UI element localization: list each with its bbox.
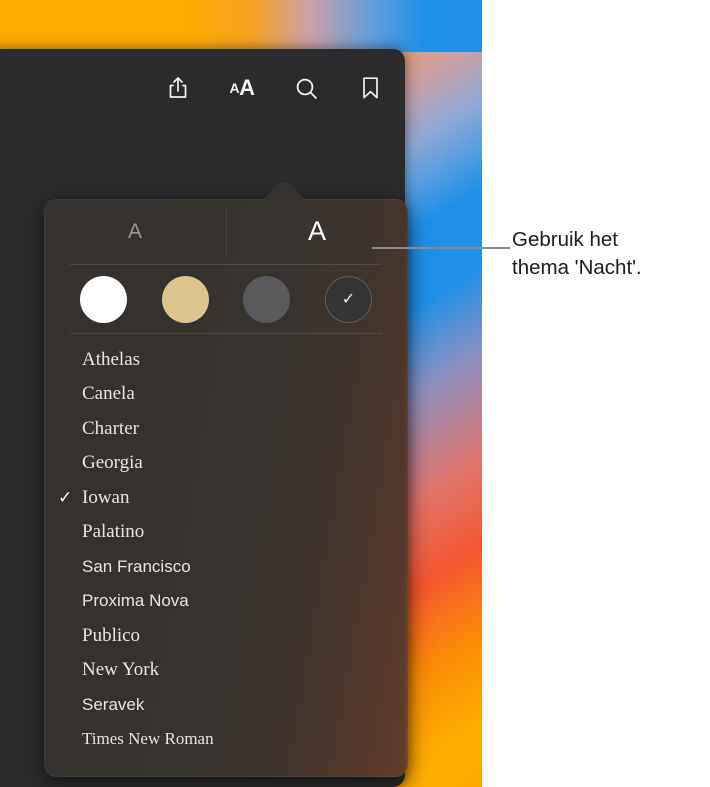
- popover-arrow: [260, 179, 308, 200]
- text-size-icon[interactable]: AA: [229, 75, 255, 101]
- font-list-item-san-francisco[interactable]: San Francisco: [44, 549, 408, 584]
- toolbar-icon-group: AA: [165, 75, 383, 101]
- text-size-row: A A: [44, 199, 408, 264]
- font-list-item-georgia[interactable]: Georgia: [44, 446, 408, 481]
- font-list-item-canela[interactable]: Canela: [44, 377, 408, 412]
- font-label-georgia: Georgia: [82, 452, 143, 474]
- font-theme-popover: A A ✓ Athelas Canela Charter Georgia ✓ I…: [44, 199, 408, 777]
- callout-text-line-2: thema 'Nacht'.: [512, 256, 642, 279]
- callout-text-line-1: Gebruik het: [512, 228, 618, 251]
- font-list-item-palatino[interactable]: Palatino: [44, 515, 408, 550]
- search-icon[interactable]: [293, 75, 319, 101]
- decrease-text-size-label: A: [127, 219, 142, 243]
- font-list-item-new-york[interactable]: New York: [44, 653, 408, 688]
- reader-toolbar: AA: [0, 49, 405, 127]
- reader-window: AA A A ✓ Athelas Canela Charter Georgia …: [0, 49, 408, 787]
- divider-bottom: [70, 333, 382, 334]
- theme-swatch-night[interactable]: ✓: [324, 275, 372, 323]
- callout-text: Gebruik het thema 'Nacht'.: [512, 226, 708, 282]
- increase-text-size-button[interactable]: A: [226, 199, 408, 264]
- font-label-new-york: New York: [82, 659, 160, 681]
- font-list-item-times-new-roman[interactable]: Times New Roman: [44, 722, 408, 757]
- theme-swatch-gray[interactable]: [243, 275, 291, 323]
- font-label-charter: Charter: [82, 417, 139, 439]
- size-row-divider: [226, 209, 227, 255]
- font-list-item-publico[interactable]: Publico: [44, 618, 408, 653]
- font-label-iowan: Iowan: [82, 486, 130, 508]
- font-check-iowan: ✓: [58, 487, 73, 507]
- theme-swatch-row: ✓: [44, 265, 408, 333]
- font-list-item-charter[interactable]: Charter: [44, 411, 408, 446]
- font-label-proxima-nova: Proxima Nova: [82, 591, 189, 611]
- font-list-item-seravek[interactable]: Seravek: [44, 687, 408, 722]
- font-label-publico: Publico: [82, 624, 141, 646]
- wallpaper-top-band: [0, 0, 482, 52]
- font-label-times-new-roman: Times New Roman: [82, 729, 214, 749]
- bookmark-icon[interactable]: [357, 75, 383, 101]
- decrease-text-size-button[interactable]: A: [44, 199, 226, 264]
- font-label-athelas: Athelas: [82, 348, 141, 370]
- text-size-small-a: A: [229, 80, 240, 96]
- font-label-palatino: Palatino: [82, 521, 145, 543]
- font-label-san-francisco: San Francisco: [82, 556, 191, 576]
- share-icon[interactable]: [165, 75, 191, 101]
- theme-swatch-white[interactable]: [80, 275, 127, 323]
- font-list-item-iowan[interactable]: ✓ Iowan: [44, 480, 408, 515]
- font-list-item-athelas[interactable]: Athelas: [44, 342, 408, 377]
- font-label-seravek: Seravek: [82, 694, 145, 714]
- theme-swatch-night-check: ✓: [341, 291, 356, 308]
- callout-leader-line: [372, 247, 510, 249]
- font-label-canela: Canela: [82, 383, 135, 405]
- increase-text-size-label: A: [307, 216, 326, 246]
- theme-swatch-sepia[interactable]: [161, 275, 209, 323]
- font-list-item-proxima-nova[interactable]: Proxima Nova: [44, 584, 408, 619]
- text-size-large-a: A: [239, 75, 255, 100]
- font-list: Athelas Canela Charter Georgia ✓ Iowan P…: [44, 342, 408, 756]
